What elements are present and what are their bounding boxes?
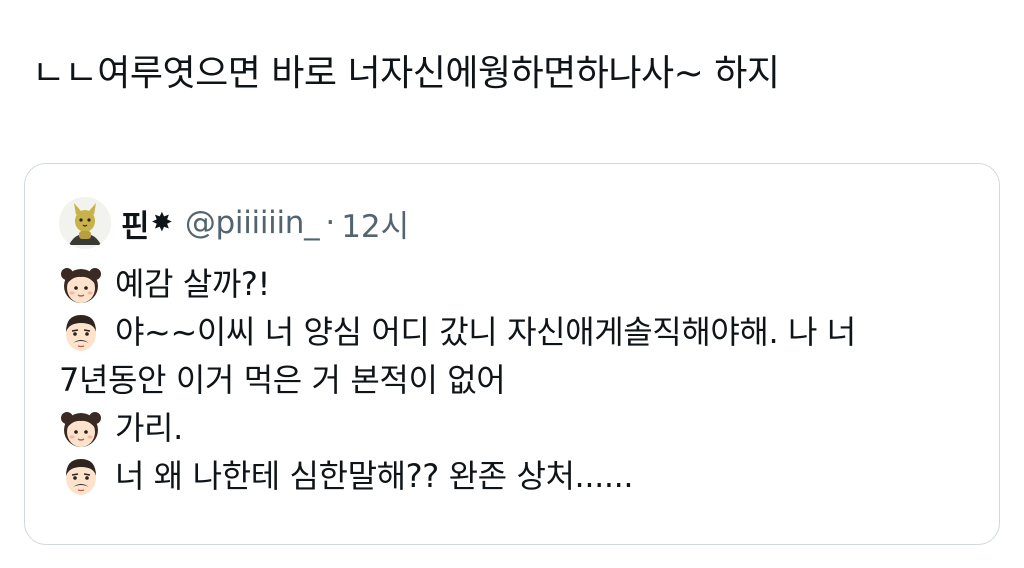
quote-line-text: 가리. [115,409,183,447]
user-handle[interactable]: @piiiiiin_ [185,205,320,241]
man-emoji-icon [59,310,103,354]
quoted-tweet-body: 예감 살까?! 야~~이씨 너 양심 어디 갔니 자신애게솔직해야해. 나 너 … [59,260,979,500]
girl-emoji-icon [59,406,103,450]
tweet-time[interactable]: 12시 [341,201,409,246]
cat-avatar-icon[interactable] [59,197,111,249]
quote-line-text: 너 왜 나한테 심한말해?? 완존 상처...... [115,457,634,495]
quote-line: 야~~이씨 너 양심 어디 갔니 자신애게솔직해야해. 나 너 [59,308,979,356]
quote-line: 7년동안 이거 먹은 거 본적이 없어 [59,356,979,404]
man-emoji-icon [59,454,103,498]
quote-line-text: 예감 살까?! [115,265,270,303]
quoted-tweet-card[interactable]: 핀 ✸ @piiiiiin_ · 12시 예감 살까?! 야~~이씨 너 양심 … [24,163,1000,545]
name-star-symbol: ✸ [151,208,173,238]
quote-line: 예감 살까?! [59,260,979,308]
girl-emoji-icon [59,262,103,306]
quote-line-text: 야~~이씨 너 양심 어디 갔니 자신애게솔직해야해. 나 너 [115,313,856,351]
quoted-tweet-header: 핀 ✸ @piiiiiin_ · 12시 [59,196,409,250]
quote-line: 너 왜 나한테 심한말해?? 완존 상처...... [59,452,979,500]
quote-line: 가리. [59,404,979,452]
display-name[interactable]: 핀 [121,201,150,246]
quote-line-text: 7년동안 이거 먹은 거 본적이 없어 [59,361,506,399]
dot-separator: · [325,205,336,241]
tweet-text: ㄴㄴ여루엿으면 바로 너자신에웡하면하나사~ 하지 [32,53,780,94]
